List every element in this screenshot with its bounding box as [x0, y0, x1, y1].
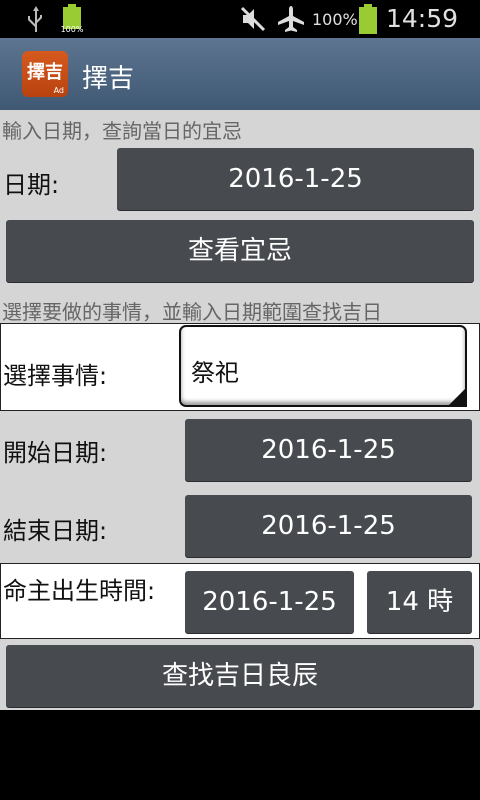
main-content: 輸入日期，查詢當日的宜忌 日期: 2016-1-25 查看宜忌 選擇要做的事情，…: [0, 110, 480, 710]
birth-hour-value: 14 時: [385, 587, 454, 617]
birth-time-label: 命主出生時間:: [3, 577, 156, 605]
app-icon[interactable]: 擇吉 Ad: [22, 51, 68, 97]
end-date-button[interactable]: 2016-1-25: [185, 495, 472, 557]
date-picker-button[interactable]: 2016-1-25: [117, 148, 474, 210]
birth-date-value: 2016-1-25: [202, 587, 337, 617]
airplane-icon: [278, 6, 304, 32]
battery-icon: [359, 4, 377, 34]
search-auspicious-button[interactable]: 查找吉日良辰: [6, 645, 474, 707]
battery-small-label: 100%: [60, 25, 84, 34]
view-yiji-button[interactable]: 查看宜忌: [6, 220, 474, 282]
start-date-button[interactable]: 2016-1-25: [185, 419, 472, 481]
app-icon-text: 擇吉: [27, 62, 63, 83]
mute-icon: [240, 6, 266, 32]
app-icon-ad-label: Ad: [53, 86, 64, 95]
spinner-arrow-icon: [447, 387, 467, 407]
date-label: 日期:: [3, 171, 60, 199]
battery-percent: 100%: [312, 10, 358, 29]
start-date-label: 開始日期:: [3, 439, 108, 467]
date-value: 2016-1-25: [228, 164, 363, 194]
start-date-value: 2016-1-25: [261, 435, 396, 465]
event-value: 祭祀: [191, 359, 239, 387]
event-label: 選擇事情:: [3, 362, 108, 390]
end-date-label: 結束日期:: [3, 517, 108, 545]
status-bar: 100% 100% 14:59: [0, 0, 480, 38]
birth-date-button[interactable]: 2016-1-25: [185, 571, 354, 633]
action-bar: 擇吉 Ad 擇吉: [0, 38, 480, 110]
search-hint: 選擇要做的事情，並輸入日期範圍查找吉日: [2, 300, 382, 324]
query-hint: 輸入日期，查詢當日的宜忌: [2, 119, 242, 143]
view-yiji-label: 查看宜忌: [187, 236, 292, 266]
end-date-value: 2016-1-25: [261, 511, 396, 541]
usb-icon: [28, 6, 42, 32]
app-title: 擇吉: [82, 64, 135, 94]
search-auspicious-label: 查找吉日良辰: [161, 661, 318, 691]
clock: 14:59: [386, 4, 459, 33]
event-spinner[interactable]: 祭祀: [179, 325, 467, 407]
birth-hour-button[interactable]: 14 時: [367, 571, 472, 633]
